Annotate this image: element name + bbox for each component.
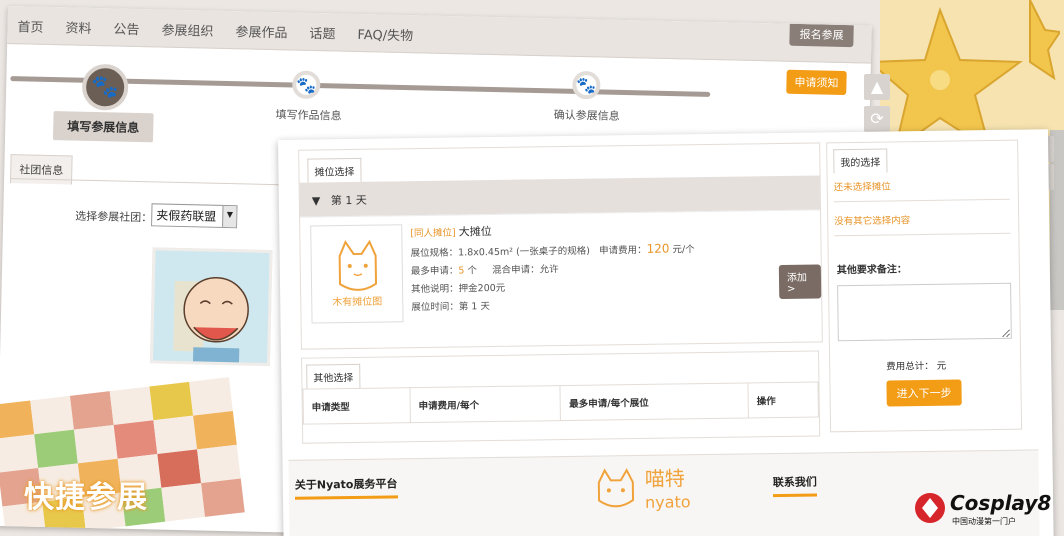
paw-icon: 🐾 (576, 75, 597, 95)
remark-label: 其他要求备注： (836, 264, 907, 277)
paw-icon: 🐾 (91, 74, 120, 101)
tab-my-choice[interactable]: 我的选择 (833, 148, 888, 174)
fee-unit: 元/个 (672, 244, 695, 256)
club-select-value: 夹假药联盟 (156, 208, 217, 224)
my-choice-section: 我的选择 还未选择摊位 没有其它选择内容 其他要求备注： 费用总计： 元 进入下… (826, 139, 1023, 433)
step-1-label: 填写参展信息 (52, 111, 154, 143)
front-page: 摊位选择 ▼ 第 1 天 木有摊位图 [同人摊位] 大摊位 展位规格：1.8x0… (278, 129, 1054, 536)
refresh-icon[interactable]: ⟳ (864, 106, 890, 132)
nav-item-organization[interactable]: 参展组织 (161, 19, 226, 47)
notice-button[interactable]: 申请须知 (786, 69, 847, 96)
arrow-up-icon[interactable]: ▲ (864, 74, 890, 100)
tab-other-select[interactable]: 其他选择 (306, 363, 361, 389)
booth-tag: [同人摊位] (410, 227, 456, 240)
booth-name: 大摊位 (458, 225, 492, 239)
max-label: 最多申请： (410, 265, 459, 278)
fee-value: 120 (646, 241, 670, 256)
column-header-fee: 申请费用/每个 (409, 385, 561, 423)
logo-cn-text: 喵特 (645, 466, 685, 491)
tab-booth-select[interactable]: 摊位选择 (307, 157, 362, 183)
other-label: 其他说明： (411, 283, 459, 296)
booth-image-placeholder: 木有摊位图 (310, 224, 404, 324)
no-booth-text: 还未选择摊位 (833, 176, 1010, 203)
step-3-label: 确认参展信息 (553, 108, 620, 123)
day-label: 第 1 天 (330, 193, 367, 208)
remark-textarea[interactable] (837, 282, 1012, 342)
paw-icon: 🐾 (296, 75, 317, 95)
booth-info: [同人摊位] 大摊位 展位规格：1.8x0.45m² (一张桌子的规格) 申请费… (410, 220, 695, 317)
next-step-button[interactable]: 进入下一步 (886, 379, 962, 407)
footer-about-title[interactable]: 关于Nyato展务平台 (294, 475, 398, 500)
booth-section: 摊位选择 ▼ 第 1 天 木有摊位图 [同人摊位] 大摊位 展位规格：1.8x0… (298, 142, 823, 350)
other-value: 押金200元 (458, 282, 506, 295)
nav-item-faq[interactable]: FAQ/失物 (357, 24, 425, 53)
footer-contact-title[interactable]: 联系我们 (772, 473, 818, 498)
column-header-max: 最多申请/每个展位 (560, 382, 749, 421)
logo-en-text: nyato (645, 492, 691, 512)
max-value: 5 (458, 265, 465, 277)
other-table: 申请类型 申请费用/每个 最多申请/每个展位 操作 (302, 381, 819, 425)
booth-card: 木有摊位图 [同人摊位] 大摊位 展位规格：1.8x0.45m² (一张桌子的规… (300, 209, 822, 349)
nav-item-topics[interactable]: 话题 (309, 23, 348, 51)
time-value: 第 1 天 (458, 301, 491, 313)
nav-item-home[interactable]: 首页 (17, 16, 56, 44)
club-select[interactable]: 夹假药联盟 ▼ (151, 203, 238, 229)
watermark-brand: Cosplay8 (950, 491, 1051, 515)
column-header-type: 申请类型 (302, 387, 411, 425)
spec-value: 1.8x0.45m² (一张桌子的规格) (458, 245, 591, 259)
no-other-text: 没有其它选择内容 (834, 210, 1011, 237)
avatar-image (152, 250, 273, 367)
step-3-circle: 🐾 (572, 70, 601, 100)
column-header-action: 操作 (747, 381, 819, 418)
step-2-label: 填写作品信息 (275, 108, 342, 123)
nav-item-works[interactable]: 参展作品 (235, 21, 300, 49)
nyato-logo: 喵特 nyato (597, 466, 691, 512)
cat-icon (338, 239, 378, 291)
max-unit: 个 (467, 265, 478, 277)
add-booth-button[interactable]: 添加> (778, 264, 822, 300)
fee-total: 费用总计： 元 (886, 360, 947, 373)
caret-down-icon: ▼ (311, 194, 321, 208)
nav-item-info[interactable]: 资料 (65, 17, 104, 45)
chevron-down-icon: ▼ (222, 205, 237, 228)
cosplay8-watermark: Cosplay8 中国动漫第一门户 (915, 491, 1051, 526)
fee-label: 申请费用： (598, 244, 647, 257)
other-section: 其他选择 申请类型 申请费用/每个 最多申请/每个展位 操作 (301, 350, 821, 444)
club-avatar (149, 247, 273, 367)
step-1-circle: 🐾 (81, 63, 129, 111)
club-select-label: 选择参展社团： (75, 209, 153, 225)
no-image-text: 木有摊位图 (332, 296, 383, 309)
mixed-value: 允许 (539, 264, 559, 276)
watermark-tagline: 中国动漫第一门户 (952, 516, 1016, 526)
time-label: 展位时间： (411, 301, 459, 314)
top-nav: 首页 资料 公告 参展组织 参展作品 话题 FAQ/失物 (7, 6, 872, 64)
spec-label: 展位规格： (410, 247, 459, 260)
apply-button[interactable]: 报名参展 (789, 23, 854, 48)
quick-join-title: 快捷参展 (24, 480, 148, 515)
step-2-circle: 🐾 (291, 70, 321, 100)
nav-item-announcement[interactable]: 公告 (113, 18, 152, 46)
mixed-label: 混合申请： (491, 264, 540, 277)
